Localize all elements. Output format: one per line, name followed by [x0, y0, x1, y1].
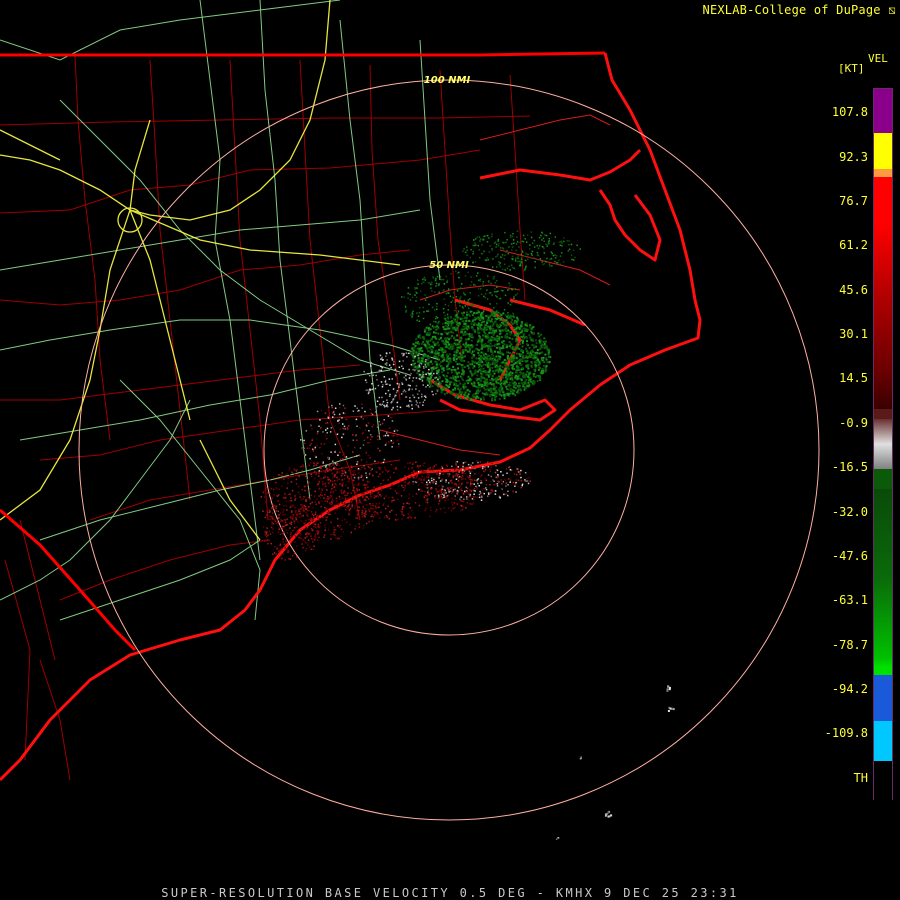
color-bar-tick-label: 30.1: [839, 327, 868, 341]
color-bar-segment: [874, 667, 892, 675]
color-bar-segment: [874, 133, 892, 169]
legend-product: VEL: [868, 52, 888, 65]
color-bar-segment: [874, 409, 892, 419]
color-bar-tick-label: -47.6: [831, 549, 868, 563]
range-ring-50: [263, 264, 635, 636]
minor-highways: [0, 0, 441, 621]
color-bar-segment: [874, 761, 892, 801]
color-bar-tick-label: 61.2: [839, 238, 868, 252]
logo-icon: ⧅: [888, 3, 896, 17]
range-ring-100: [78, 79, 820, 821]
color-bar-tick-label: TH: [853, 771, 868, 785]
color-bar-segment: [874, 89, 892, 133]
color-bar-tick-label: 45.6: [839, 283, 868, 297]
color-bar-segment: [874, 721, 892, 761]
radar-map: 100 NMI 50 NMI: [0, 0, 820, 840]
ring-label-50: 50 NMI: [429, 260, 469, 271]
color-bar-tick-label: -109.8: [824, 726, 868, 740]
color-bar-segment: [874, 675, 892, 721]
county-lines: [0, 54, 531, 781]
color-bar-segment: [874, 469, 892, 489]
velocity-color-bar: [873, 88, 893, 801]
product-title: SUPER-RESOLUTION BASE VELOCITY 0.5 DEG -…: [161, 886, 739, 900]
color-bar-segment: [874, 419, 892, 469]
color-bar-tick-label: -16.5: [831, 460, 868, 474]
color-bar-tick-label: 92.3: [839, 150, 868, 164]
color-bar-segment: [874, 223, 892, 409]
color-bar-tick-label: -63.1: [831, 593, 868, 607]
color-bar-tick-label: -94.2: [831, 682, 868, 696]
range-rings: [78, 79, 820, 821]
color-bar-segment: [874, 489, 892, 667]
credit-label: NEXLAB-College of DuPage ⧅: [702, 3, 896, 17]
color-bar-tick-label: -78.7: [831, 638, 868, 652]
ring-label-100: 100 NMI: [424, 75, 471, 86]
color-bar-segment: [874, 177, 892, 223]
color-bar-tick-label: 76.7: [839, 194, 868, 208]
color-bar-tick-label: 107.8: [831, 105, 868, 119]
legend-unit: [KT]: [838, 62, 865, 75]
color-bar-tick-label: -0.9: [839, 416, 868, 430]
color-bar-tick-label: 14.5: [839, 371, 868, 385]
color-bar-tick-label: -32.0: [831, 505, 868, 519]
color-bar-segment: [874, 169, 892, 177]
